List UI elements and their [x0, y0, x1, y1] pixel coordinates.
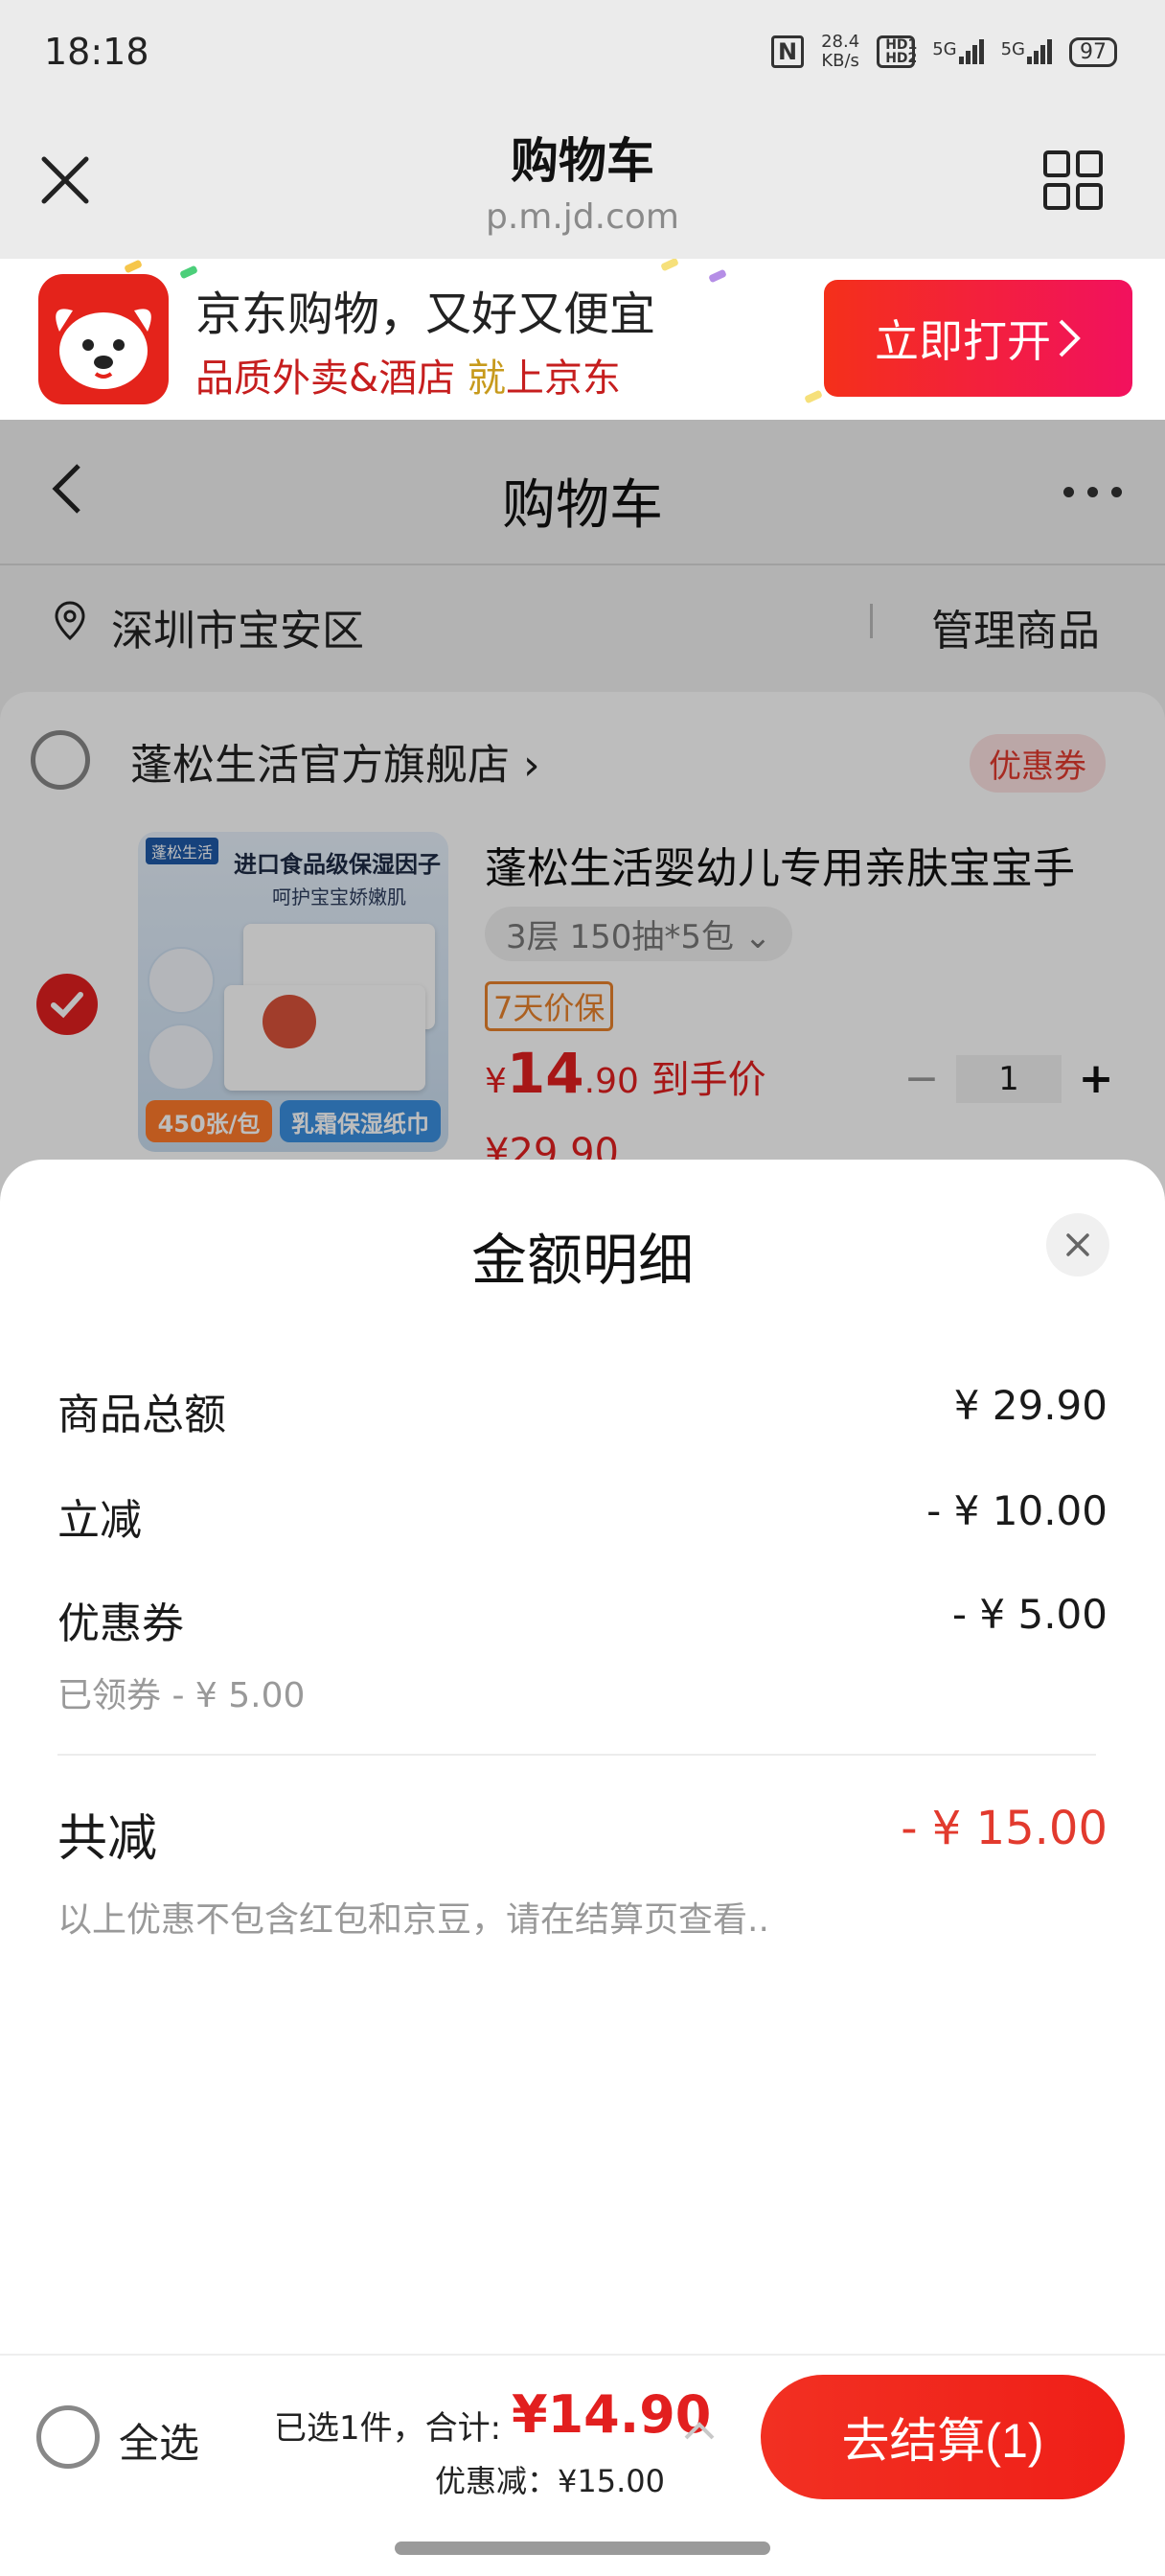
battery-icon: 97 [1069, 36, 1117, 67]
confetti-decoration [124, 259, 143, 274]
row-value-coupon: - ¥ 5.00 [951, 1591, 1108, 1638]
select-all-label[interactable]: 全选 [119, 2411, 199, 2470]
chevron-up-icon[interactable] [682, 2419, 717, 2442]
row-label-goods-total: 商品总额 [57, 1391, 226, 1439]
jd-logo-icon [38, 274, 169, 404]
row-value-goods-total: ¥ 29.90 [953, 1382, 1108, 1429]
confetti-decoration [660, 259, 679, 272]
sheet-close-button[interactable] [1046, 1213, 1109, 1276]
browser-title: 购物车 [511, 133, 654, 189]
signal-icon-2: 5G [1001, 39, 1052, 64]
total-reduction-label: 共减 [57, 1810, 158, 1868]
confetti-decoration [804, 389, 823, 404]
row-label-instant-discount: 立减 [57, 1496, 142, 1545]
amount-detail-sheet: 金额明细 商品总额 ¥ 29.90 立减 - ¥ 10.00 优惠券 - ¥ 5… [0, 1160, 1165, 2354]
status-icons: N 28.4 KB/s HD1 HD2 5G 5G 97 [771, 33, 1117, 71]
open-app-button[interactable]: 立即打开 [824, 280, 1132, 397]
signal-icon-1: 5G [932, 39, 984, 64]
browser-url: p.m.jd.com [486, 197, 679, 237]
grid-menu-icon[interactable] [1042, 150, 1104, 211]
coupon-note: 已领券 - ¥ 5.00 [57, 1676, 306, 1715]
status-bar: 18:18 N 28.4 KB/s HD1 HD2 5G 5G 97 [0, 0, 1165, 105]
nfc-icon: N [771, 35, 805, 68]
row-label-coupon: 优惠券 [57, 1599, 184, 1648]
checkout-bar: 全选 已选1件，合计: ¥14.90 优惠减：¥15.00 去结算(1) [0, 2354, 1165, 2517]
app-download-banner[interactable]: 京东购物，又好又便宜 品质外卖&酒店 就上京东 立即打开 [0, 259, 1165, 420]
chevron-right-icon [1059, 319, 1081, 357]
confetti-decoration [708, 268, 727, 284]
banner-subline: 品质外卖&酒店 就上京东 [195, 356, 621, 401]
close-icon [1066, 1233, 1089, 1256]
selected-count: 已选1件，合计: [274, 2409, 502, 2448]
network-speed: 28.4 KB/s [821, 32, 860, 71]
checkout-button[interactable]: 去结算(1) [761, 2375, 1125, 2499]
home-gesture-bar[interactable] [395, 2542, 770, 2555]
divider [57, 1754, 1096, 1756]
status-time: 18:18 [44, 31, 149, 73]
sheet-title: 金额明细 [470, 1228, 694, 1293]
discount-summary: 优惠减：¥15.00 [435, 2463, 665, 2499]
hd-icon: HD1 HD2 [877, 35, 917, 68]
banner-headline: 京东购物，又好又便宜 [195, 288, 656, 341]
browser-header: 购物车 p.m.jd.com [0, 105, 1165, 259]
select-all-radio[interactable] [36, 2405, 100, 2469]
total-reduction-value: - ¥ 15.00 [901, 1802, 1108, 1855]
disclaimer-text: 以上优惠不包含红包和京豆，请在结算页查看.. [57, 1900, 769, 1940]
row-value-instant-discount: - ¥ 10.00 [926, 1487, 1108, 1534]
